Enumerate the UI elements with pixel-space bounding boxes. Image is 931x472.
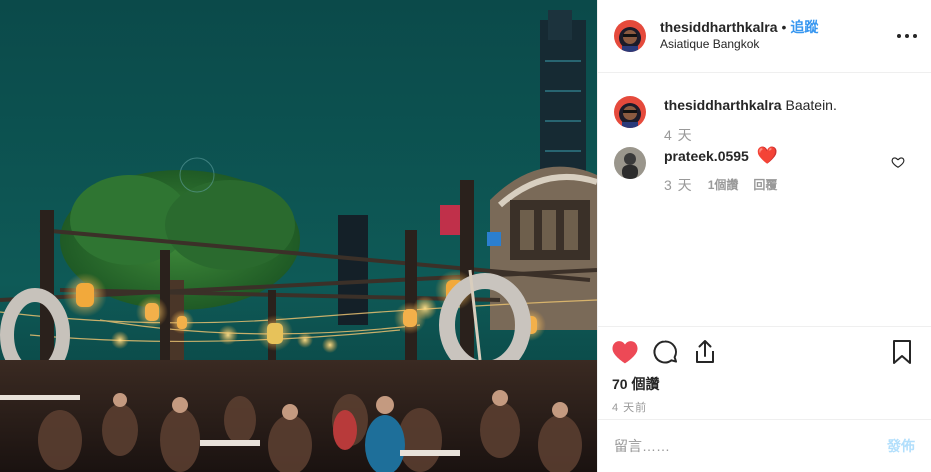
- action-icons: [612, 338, 917, 366]
- post-photo[interactable]: [0, 0, 597, 472]
- comment-text: Baatein.: [785, 97, 837, 113]
- follow-button[interactable]: 追蹤: [790, 19, 818, 35]
- comment-time[interactable]: 3 天: [664, 176, 693, 194]
- caption-comment: thesiddharthkalra Baatein. 4 天: [614, 95, 915, 144]
- post-actions: 70 個讚 4 天前: [598, 326, 931, 419]
- comment-input[interactable]: [614, 438, 887, 454]
- comment-likes-link[interactable]: 1個讚: [708, 176, 739, 194]
- comment-username[interactable]: thesiddharthkalra: [664, 97, 781, 113]
- comment-meta: 3 天 1個讚 回覆: [664, 176, 778, 194]
- comment-item: prateek.0595 ❤️ 3 天 1個讚 回覆: [614, 146, 915, 194]
- author-avatar[interactable]: [614, 20, 646, 52]
- post-header: thesiddharthkalra • 追蹤 Asiatique Bangkok: [598, 0, 931, 73]
- author-meta: thesiddharthkalra • 追蹤 Asiatique Bangkok: [660, 19, 818, 53]
- post-sidebar: thesiddharthkalra•追蹤 Asiatique Bangkok: [597, 0, 931, 472]
- comment-body: prateek.0595 ❤️ 3 天 1個讚 回覆: [664, 146, 778, 194]
- comment-composer: 發佈: [598, 419, 931, 472]
- separator-dot: •: [781, 19, 787, 35]
- heart-outline-icon[interactable]: [891, 155, 905, 169]
- comment-body: thesiddharthkalra Baatein. 4 天: [664, 95, 837, 144]
- share-icon[interactable]: [692, 339, 718, 365]
- reply-button[interactable]: 回覆: [753, 176, 777, 194]
- author-username[interactable]: thesiddharthkalra: [660, 19, 777, 35]
- comment-text: ❤️: [756, 146, 779, 165]
- comments-list: thesiddharthkalra Baatein. 4 天 prateek.05…: [598, 73, 931, 326]
- bookmark-icon[interactable]: [889, 339, 915, 365]
- comment-icon[interactable]: [652, 339, 678, 365]
- likes-count[interactable]: 70 個讚: [612, 374, 917, 394]
- more-horizontal-icon[interactable]: [897, 26, 917, 46]
- post-comment-button[interactable]: 發佈: [887, 436, 915, 456]
- comment-username[interactable]: prateek.0595: [664, 148, 749, 164]
- commenter-avatar[interactable]: [614, 147, 646, 179]
- post-timestamp[interactable]: 4 天前: [612, 399, 917, 415]
- heart-filled-icon[interactable]: [612, 339, 638, 365]
- comment-time[interactable]: 4 天: [664, 126, 837, 144]
- post-modal: thesiddharthkalra•追蹤 Asiatique Bangkok: [0, 0, 931, 472]
- commenter-avatar[interactable]: [614, 96, 646, 128]
- post-location[interactable]: Asiatique Bangkok: [660, 36, 818, 53]
- night-market-illustration: [0, 0, 597, 472]
